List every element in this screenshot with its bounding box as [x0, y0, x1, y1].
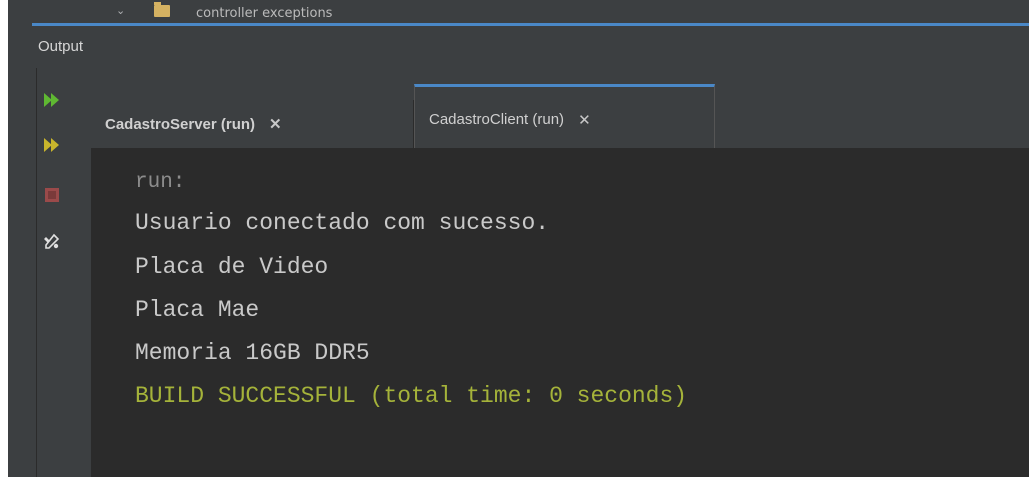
- tree-node-label[interactable]: controller exceptions: [196, 6, 332, 20]
- rerun-with-params-button[interactable]: [42, 135, 62, 155]
- close-icon[interactable]: ✕: [578, 111, 591, 129]
- console-line: Placa de Video: [135, 254, 329, 280]
- settings-icon: [43, 233, 61, 251]
- console-line: Usuario conectado com sucesso.: [135, 210, 550, 236]
- rerun-icon: [43, 92, 61, 108]
- tab-label: CadastroServer (run): [105, 115, 256, 133]
- tab-label: CadastroClient (run): [429, 111, 565, 128]
- console-line: run:: [135, 171, 186, 194]
- tab-cadastro-server[interactable]: CadastroServer (run) ✕: [91, 100, 414, 148]
- panel-title: Output: [38, 38, 84, 55]
- output-toolbar: [36, 80, 68, 300]
- settings-button[interactable]: [42, 232, 62, 252]
- close-icon[interactable]: ✕: [269, 115, 282, 133]
- stop-button[interactable]: [42, 185, 62, 205]
- project-tree-strip: ⌄ controller exceptions: [8, 0, 1029, 22]
- stop-icon: [44, 187, 60, 203]
- output-panel-header: Output: [8, 26, 1029, 68]
- console-output[interactable]: run: Usuario conectado com sucesso. Plac…: [91, 148, 1029, 477]
- chevron-down-icon[interactable]: ⌄: [116, 4, 125, 17]
- tab-cadastro-client[interactable]: CadastroClient (run) ✕: [414, 84, 715, 148]
- console-line: Memoria 16GB DDR5: [135, 340, 370, 366]
- console-line: Placa Mae: [135, 297, 260, 323]
- build-status-line: BUILD SUCCESSFUL (total time: 0 seconds): [135, 383, 688, 409]
- rerun-button[interactable]: [42, 90, 62, 110]
- rerun-with-params-icon: [43, 137, 61, 153]
- output-tab-bar: CadastroServer (run) ✕ CadastroClient (r…: [91, 84, 1029, 148]
- output-window: ⌄ controller exceptions Output CadastroS…: [8, 0, 1029, 477]
- folder-icon: [154, 2, 170, 17]
